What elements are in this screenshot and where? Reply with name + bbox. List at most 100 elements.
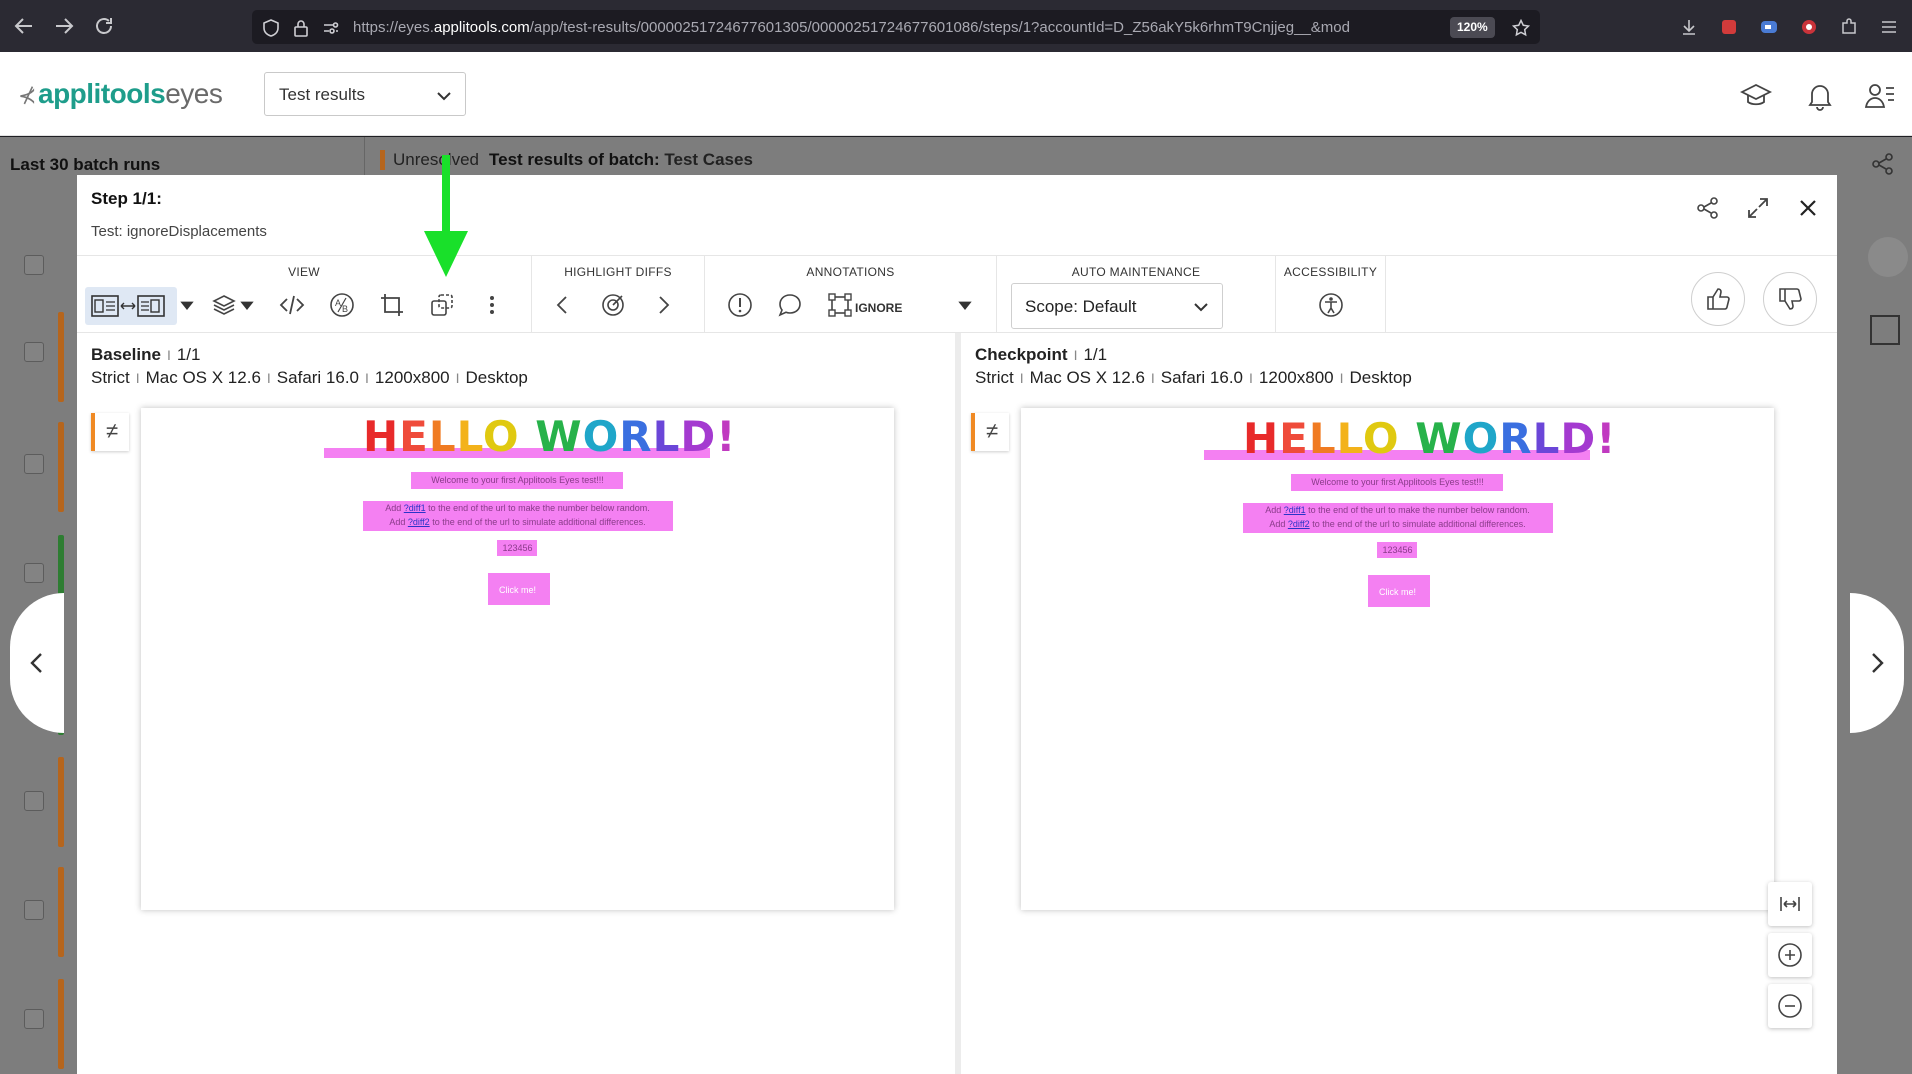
extensions-puzzle-icon[interactable] — [1840, 18, 1858, 36]
row-checkbox[interactable] — [24, 342, 44, 362]
permissions-icon[interactable] — [322, 19, 340, 37]
highlight-diffs-label: HIGHLIGHT DIFFS — [564, 265, 672, 279]
url-text: https://eyes.applitools.com/app/test-res… — [353, 19, 1350, 36]
row-checkbox[interactable] — [24, 791, 44, 811]
thumbs-up-icon[interactable] — [1691, 272, 1745, 326]
view-mode-dropdown-icon[interactable] — [177, 288, 197, 322]
forward-icon[interactable] — [52, 14, 76, 38]
row-status-bar — [58, 867, 64, 957]
accessibility-icon[interactable] — [1314, 288, 1348, 322]
bookmark-star-icon[interactable] — [1512, 19, 1530, 37]
download-icon[interactable] — [1680, 18, 1698, 36]
reload-icon[interactable] — [92, 14, 116, 38]
bell-icon[interactable] — [1804, 80, 1836, 112]
svg-text:B: B — [342, 304, 348, 314]
page-select[interactable]: Test results — [264, 72, 466, 116]
row-status-bar — [58, 422, 64, 512]
hello-world-heading: HELLO WORLD! — [1243, 414, 1617, 463]
row-status-bar — [58, 979, 64, 1069]
batch-runs-title: Last 30 batch runs — [10, 155, 161, 174]
ignore-region-icon[interactable] — [823, 288, 857, 322]
expand-icon[interactable] — [1745, 195, 1771, 221]
lock-icon[interactable] — [292, 19, 310, 37]
fit-width-icon[interactable] — [1768, 882, 1812, 926]
share-icon[interactable] — [1870, 151, 1896, 177]
row-checkbox[interactable] — [24, 1009, 44, 1029]
grid-settings-icon[interactable] — [1870, 315, 1900, 345]
row-status-bar — [58, 312, 64, 402]
chevron-left-icon — [30, 653, 42, 673]
modal-subtitle: Test: ignoreDisplacements — [91, 223, 267, 240]
zoom-in-icon[interactable] — [1768, 933, 1812, 977]
instruction-line-1: Add ?diff1 to the end of the url to make… — [1265, 505, 1530, 515]
zoom-badge[interactable]: 120% — [1450, 17, 1495, 38]
annotations-label: ANNOTATIONS — [806, 265, 895, 279]
region-type-dropdown-icon[interactable] — [955, 288, 975, 322]
app-header: ⊀applitoolseyes Test results — [0, 52, 1912, 136]
highlight-diffs-icon[interactable] — [596, 288, 630, 322]
user-list-icon[interactable] — [1864, 80, 1896, 112]
zoom-out-icon[interactable] — [1768, 984, 1812, 1028]
remark-icon[interactable] — [773, 288, 807, 322]
modal-title: Step 1/1: — [91, 189, 162, 208]
code-view-icon[interactable] — [275, 288, 309, 322]
click-me-button[interactable]: Click me! — [141, 585, 894, 595]
not-equal-icon[interactable]: ≠ — [971, 413, 1009, 451]
region-compare-icon[interactable] — [425, 288, 459, 322]
issue-icon[interactable] — [723, 288, 757, 322]
background-separator — [364, 137, 365, 177]
more-options-icon[interactable] — [475, 288, 509, 322]
checkpoint-screenshot[interactable]: HELLO WORLD! Welcome to your first Appli… — [1021, 408, 1774, 910]
side-by-side-toggle[interactable] — [85, 287, 177, 325]
page-select-value: Test results — [279, 85, 365, 104]
menu-icon[interactable] — [1880, 18, 1898, 36]
text-compare-icon[interactable]: AB — [325, 288, 359, 322]
step-toolbar: VIEW AB HIGHLIGHT DIFFS ANNOTATIONS IGNO… — [77, 255, 1837, 334]
accessibility-group: ACCESSIBILITY — [1276, 256, 1386, 334]
back-icon[interactable] — [12, 14, 36, 38]
auto-maintenance-group: AUTO MAINTENANCE Scope: Default — [997, 256, 1276, 334]
thumbs-down-icon[interactable] — [1763, 272, 1817, 326]
row-status-bar — [58, 757, 64, 847]
random-number: 123456 — [502, 543, 533, 553]
logo-mark-icon: ⊀ — [18, 83, 36, 108]
click-me-button[interactable]: Click me! — [1021, 587, 1774, 597]
chevron-down-icon — [1194, 303, 1208, 312]
baseline-screenshot[interactable]: HELLO WORLD! Welcome to your first Appli… — [141, 408, 894, 910]
instruction-line-1: Add ?diff1 to the end of the url to make… — [385, 503, 650, 513]
layers-icon[interactable] — [207, 288, 241, 322]
layers-dropdown-icon[interactable] — [237, 288, 257, 322]
baseline-pane: Baseline I 1/1 Strict I Mac OS X 12.6 I Safari… — [77, 333, 955, 1074]
instruction-line-2: Add ?diff2 to the end of the url to simu… — [389, 517, 646, 527]
row-checkbox[interactable] — [24, 255, 44, 275]
checkpoint-meta: Strict I Mac OS X 12.6 I Safari 16.0 I 1200x80… — [975, 368, 1412, 387]
scope-select[interactable]: Scope: Default — [1011, 283, 1223, 329]
ignore-label[interactable]: IGNORE — [855, 301, 902, 315]
crop-icon[interactable] — [375, 288, 409, 322]
graduation-cap-icon[interactable] — [1740, 80, 1772, 112]
baseline-meta: Strict I Mac OS X 12.6 I Safari 16.0 I 1200x80… — [91, 368, 528, 387]
save-icon[interactable] — [1868, 237, 1908, 277]
extension-record-icon[interactable] — [1800, 18, 1818, 36]
not-equal-icon[interactable]: ≠ — [91, 413, 129, 451]
accessibility-label: ACCESSIBILITY — [1283, 265, 1378, 279]
row-checkbox[interactable] — [24, 454, 44, 474]
share-icon[interactable] — [1695, 195, 1721, 221]
shield-icon[interactable] — [262, 19, 280, 37]
welcome-text: Welcome to your first Applitools Eyes te… — [1311, 477, 1484, 487]
scope-select-value: Scope: Default — [1025, 297, 1137, 316]
extension-zoom-icon[interactable] — [1760, 18, 1778, 36]
chevron-down-icon — [437, 92, 451, 101]
previous-diff-icon[interactable] — [546, 288, 580, 322]
green-arrow-icon — [424, 155, 468, 277]
row-checkbox[interactable] — [24, 563, 44, 583]
next-diff-icon[interactable] — [646, 288, 680, 322]
address-bar[interactable]: https://eyes.applitools.com/app/test-res… — [252, 10, 1540, 44]
close-icon[interactable] — [1795, 195, 1821, 221]
side-by-side-icon — [91, 295, 165, 317]
applitools-logo[interactable]: ⊀applitoolseyes — [18, 78, 223, 110]
auto-maintenance-label: AUTO MAINTENANCE — [1071, 265, 1201, 279]
checkpoint-pane: Checkpoint I 1/1 Strict I Mac OS X 12.6 I Safa… — [961, 333, 1837, 1074]
row-checkbox[interactable] — [24, 900, 44, 920]
extension-red-icon[interactable] — [1720, 18, 1738, 36]
